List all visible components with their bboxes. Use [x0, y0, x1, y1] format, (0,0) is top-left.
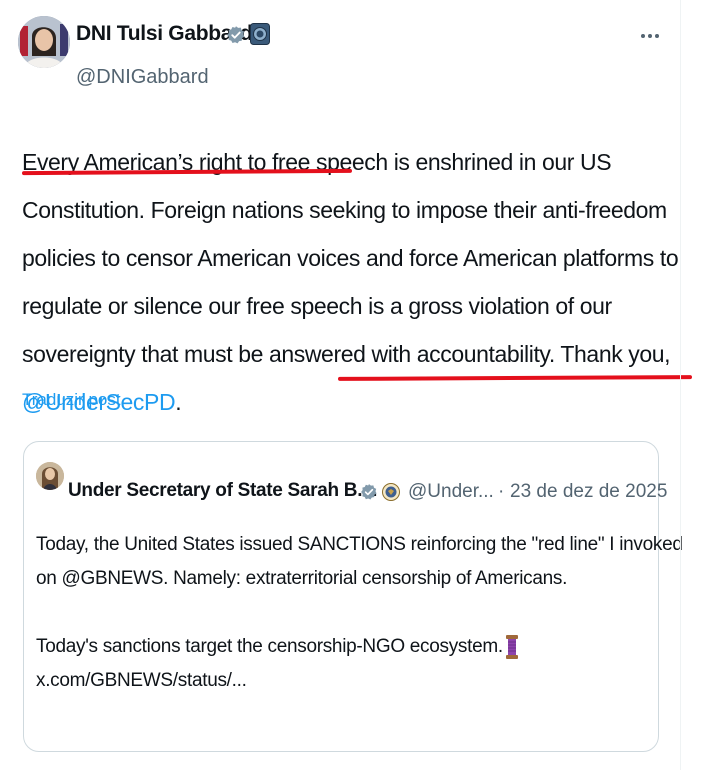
quoted-post-date[interactable]: 23 de dez de 2025: [510, 481, 667, 503]
translate-post-link[interactable]: Traduzir post: [22, 390, 121, 410]
post-body: Every American’s right to free speech is…: [22, 138, 682, 426]
government-seal-icon[interactable]: [382, 482, 400, 502]
quoted-text: Today's sanctions target the censorship-…: [36, 636, 503, 657]
quoted-text-line: Today's sanctions target the censorship-…: [36, 630, 648, 664]
column-divider: [680, 0, 681, 770]
more-options-icon[interactable]: [636, 22, 664, 50]
verified-badge-icon[interactable]: [226, 25, 246, 45]
quoted-post[interactable]: Under Secretary of State Sarah B.... @Un…: [23, 441, 683, 752]
thread-spool-icon: [505, 634, 518, 659]
verified-badge-icon[interactable]: [360, 483, 378, 501]
quoted-link[interactable]: x.com/GBNEWS/status/...: [36, 664, 648, 698]
quoted-text-line: Today, the United States issued SANCTION…: [36, 534, 683, 555]
quoted-author-avatar[interactable]: [36, 462, 64, 490]
separator-dot: ·: [498, 481, 505, 502]
government-badge-icon[interactable]: [250, 23, 270, 45]
quoted-text-line: on @GBNEWS. Namely: extraterritorial cen…: [36, 568, 568, 589]
quoted-post-body: Today, the United States issued SANCTION…: [36, 528, 683, 698]
post-card: DNI Tulsi Gabbard @DNIGabbard Every Amer…: [0, 0, 700, 770]
author-avatar[interactable]: [18, 16, 70, 68]
quoted-author-handle[interactable]: @Under...: [408, 481, 494, 503]
post-text-end: .: [175, 389, 182, 415]
post-text: Every American’s right to free speech is…: [22, 149, 679, 367]
quoted-author-name[interactable]: Under Secretary of State Sarah B....: [68, 480, 377, 502]
author-handle[interactable]: @DNIGabbard: [76, 66, 209, 89]
